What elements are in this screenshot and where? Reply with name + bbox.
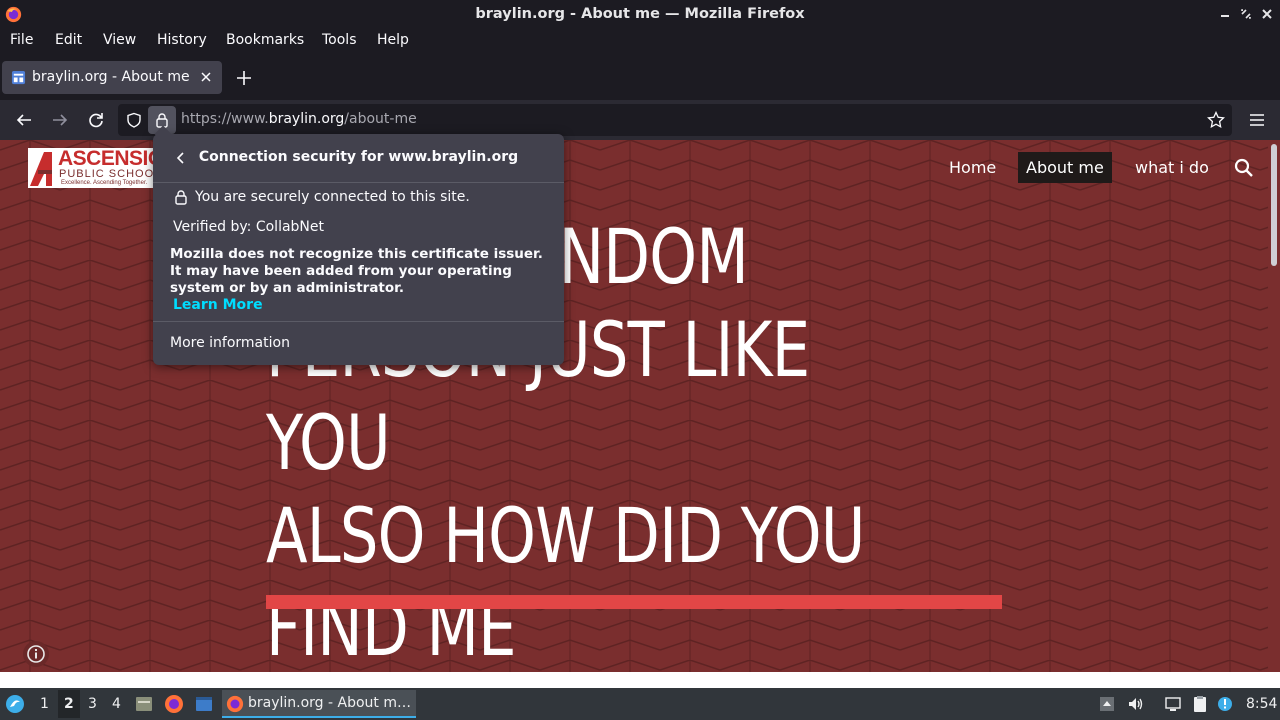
start-menu-icon[interactable] — [5, 694, 25, 714]
site-search-icon[interactable] — [1234, 158, 1254, 178]
tab-strip: braylin.org - About me — [0, 54, 1280, 100]
window-title: braylin.org - About me — Mozilla Firefox — [475, 6, 805, 22]
url-text[interactable]: https://www.braylin.org/about-me — [181, 111, 417, 127]
info-icon — [27, 645, 45, 663]
tab-braylin-about-me[interactable]: braylin.org - About me — [2, 61, 222, 94]
reload-icon[interactable] — [86, 110, 106, 130]
menu-edit[interactable]: Edit — [55, 32, 82, 48]
hamburger-menu-icon[interactable] — [1247, 110, 1267, 130]
page-footer-strip — [0, 672, 1280, 688]
panel-title: Connection security for www.braylin.org — [198, 149, 519, 165]
window-titlebar: braylin.org - About me — Mozilla Firefox — [0, 0, 1280, 29]
workspace-4[interactable]: 4 — [112, 696, 121, 712]
page-scrollbar[interactable] — [1268, 140, 1280, 672]
menu-history[interactable]: History — [157, 32, 207, 48]
url-host: braylin.org — [268, 111, 345, 127]
task-label: braylin.org - About m… — [248, 695, 412, 711]
site-nav-home[interactable]: Home — [941, 152, 1004, 183]
clipboard-icon[interactable] — [1191, 695, 1209, 713]
hero-underline — [266, 595, 1002, 609]
new-tab-icon[interactable] — [234, 68, 254, 88]
tracking-protection-shield-icon[interactable] — [126, 112, 142, 128]
menu-file[interactable]: File — [10, 32, 33, 48]
hero-line-3: ALSO HOW DID YOU — [266, 491, 865, 580]
site-nav-what-i-do[interactable]: what i do — [1127, 152, 1217, 183]
logo-tagline: Excellence. Ascending Together. — [61, 180, 148, 186]
window-switcher-icon[interactable] — [194, 694, 214, 714]
certificate-warning-text: Mozilla does not recognize this certific… — [170, 246, 543, 296]
secure-lock-icon — [175, 190, 187, 205]
menu-help[interactable]: Help — [377, 32, 409, 48]
workspace-1[interactable]: 1 — [40, 696, 49, 712]
site-nav-about-me[interactable]: About me — [1018, 152, 1112, 183]
tray-up-arrow-icon[interactable] — [1098, 695, 1116, 713]
site-favicon-icon — [11, 70, 26, 85]
file-manager-icon[interactable] — [134, 694, 154, 714]
url-path: /about-me — [344, 111, 417, 127]
back-icon[interactable] — [14, 110, 34, 130]
workspace-2[interactable]: 2 — [64, 696, 74, 712]
learn-more-link[interactable]: Learn More — [173, 297, 263, 313]
url-scheme: https://www. — [181, 111, 269, 127]
panel-separator — [153, 321, 564, 322]
logo-line-2: PUBLIC SCHOOLS — [59, 168, 158, 180]
connection-security-panel: Connection security for www.braylin.org … — [153, 125, 564, 365]
menu-bar: File Edit View History Bookmarks Tools H… — [0, 29, 1280, 54]
maximize-icon[interactable] — [1238, 6, 1254, 22]
minimize-icon[interactable] — [1217, 6, 1233, 22]
tab-label: braylin.org - About me — [32, 69, 190, 85]
system-taskbar: 1 2 3 4 braylin.org - About m… 8:54 — [0, 688, 1280, 720]
bookmark-star-icon[interactable] — [1207, 111, 1225, 129]
display-icon[interactable] — [1164, 695, 1182, 713]
taskbar-clock[interactable]: 8:54 — [1246, 696, 1277, 712]
info-button[interactable] — [23, 641, 49, 667]
taskbar-firefox-window[interactable]: braylin.org - About m… — [222, 690, 416, 718]
notification-icon[interactable] — [1216, 695, 1234, 713]
firefox-launcher-icon[interactable] — [164, 694, 184, 714]
forward-icon[interactable] — [50, 110, 70, 130]
close-window-icon[interactable] — [1259, 6, 1275, 22]
verified-by-text: Verified by: CollabNet — [173, 219, 324, 235]
scrollbar-thumb[interactable] — [1271, 144, 1277, 266]
firefox-task-icon — [226, 695, 244, 713]
workspace-3[interactable]: 3 — [88, 696, 97, 712]
more-information-button[interactable]: More information — [170, 335, 290, 351]
menu-tools[interactable]: Tools — [322, 32, 357, 48]
panel-separator — [153, 182, 564, 183]
secure-connection-text: You are securely connected to this site. — [195, 189, 470, 205]
menu-view[interactable]: View — [103, 32, 136, 48]
site-logo[interactable]: ASCENSION PUBLIC SCHOOLS Excellence. Asc… — [28, 148, 158, 188]
logo-mark-icon — [30, 152, 52, 186]
volume-icon[interactable] — [1127, 695, 1145, 713]
menu-bookmarks[interactable]: Bookmarks — [226, 32, 304, 48]
close-tab-icon[interactable] — [199, 70, 213, 84]
url-bar[interactable]: https://www.braylin.org/about-me — [118, 104, 1232, 136]
